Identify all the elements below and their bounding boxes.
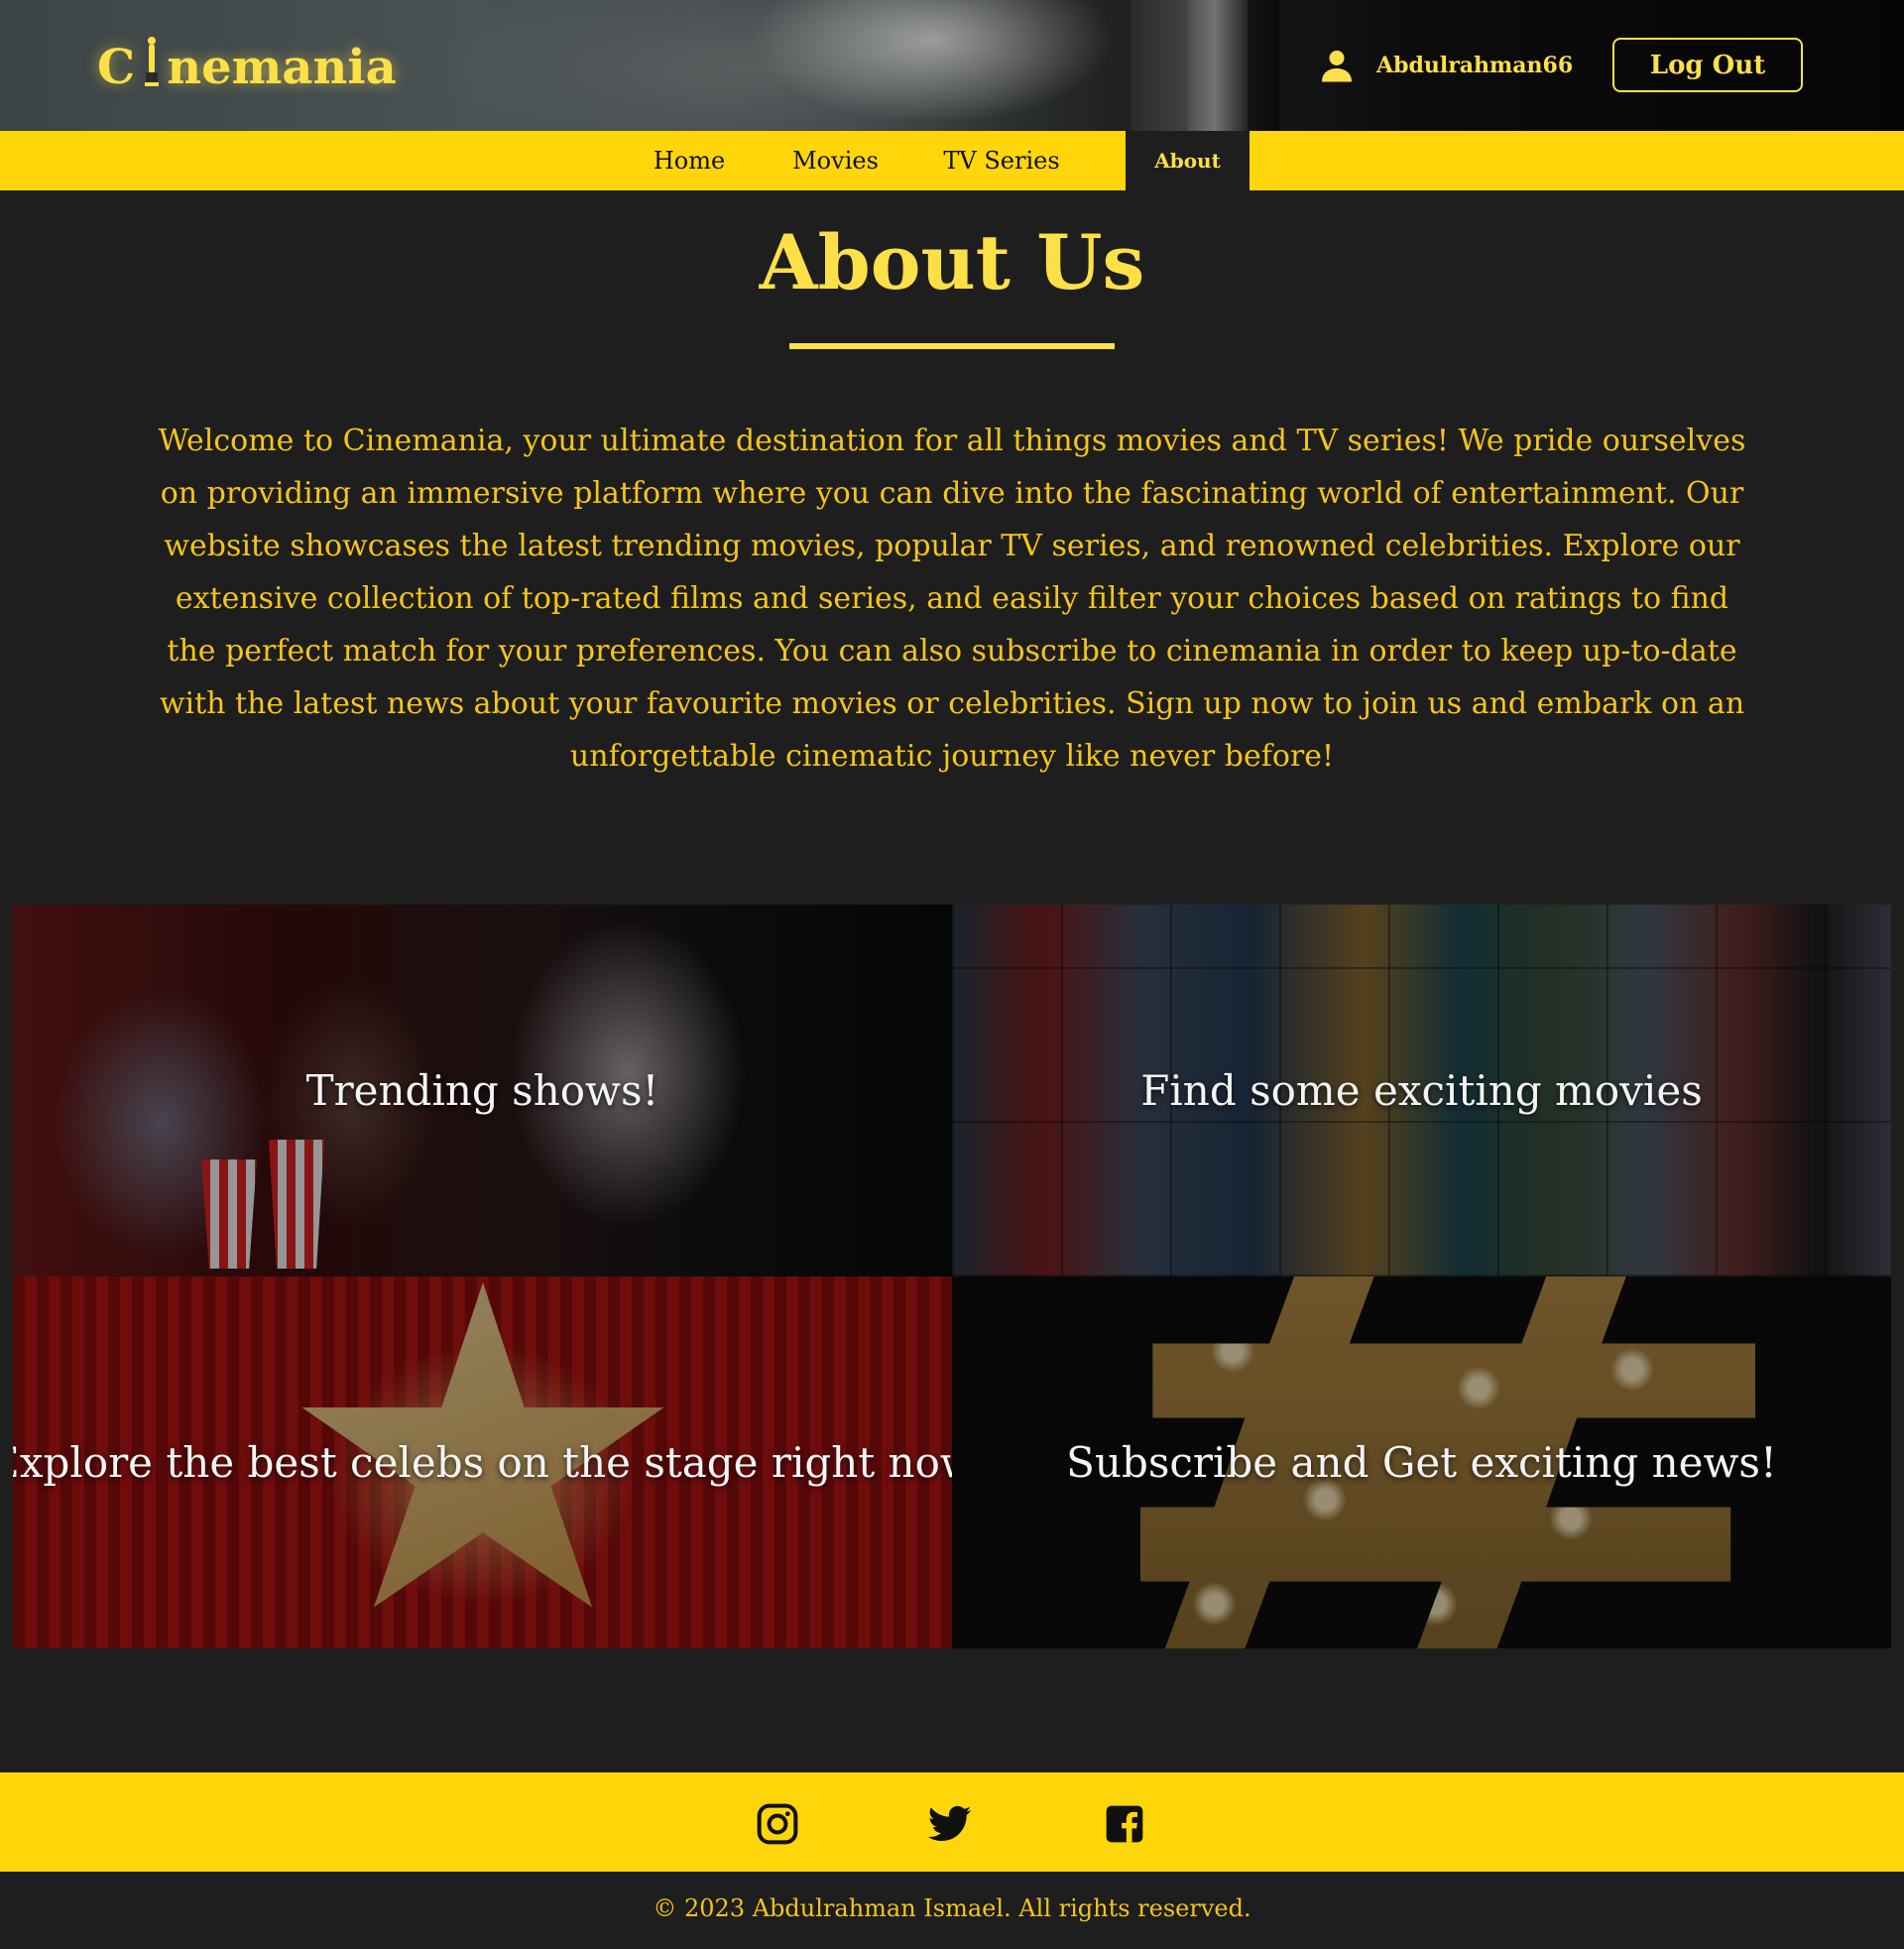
nav-about[interactable]: About [1126,131,1250,190]
social-bar [0,1772,1904,1872]
user-icon [1319,48,1355,83]
trending-shows-tile[interactable]: Trending shows! [13,905,952,1277]
nav-tv-series[interactable]: TV Series [932,131,1071,190]
page-title: About Us [759,218,1145,306]
username: Abdulrahman66 [1376,53,1574,78]
main-nav: Home Movies TV Series About [0,131,1904,190]
subscribe-tile[interactable]: Subscribe and Get exciting news! [952,1277,1891,1648]
copyright-text: © 2023 Abdulrahman Ismael. All rights re… [653,1894,1251,1922]
facebook-icon[interactable] [1103,1802,1146,1846]
exciting-movies-tile[interactable]: Find some exciting movies [952,905,1891,1277]
title-underline [789,343,1115,349]
twitter-icon[interactable] [928,1802,972,1846]
oscar-statue-icon [143,36,161,99]
tile-caption: Find some exciting movies [1140,1066,1703,1115]
nav-home[interactable]: Home [635,131,744,190]
about-description: Welcome to Cinemania, your ultimate dest… [158,424,1746,774]
user-profile[interactable]: Abdulrahman66 [1319,46,1573,85]
site-header: C nemania Abdulrahman66 Log Out [0,0,1904,131]
celebs-tile[interactable]: Explore the best celebs on the stage rig… [13,1277,952,1648]
logo-text-start: C [97,40,136,95]
tile-caption: Explore the best celebs on the stage rig… [13,1438,952,1487]
projector-lens-image [1188,0,1248,131]
instagram-icon[interactable] [756,1802,799,1846]
nav-movies[interactable]: Movies [774,131,897,190]
site-logo[interactable]: C nemania [97,36,397,99]
tile-caption: Trending shows! [305,1066,659,1115]
tile-caption: Subscribe and Get exciting news! [1066,1438,1777,1487]
feature-tiles: Trending shows! Find some exciting movie… [13,905,1891,1648]
logout-button[interactable]: Log Out [1612,38,1803,92]
logo-text-end: nemania [167,40,397,95]
